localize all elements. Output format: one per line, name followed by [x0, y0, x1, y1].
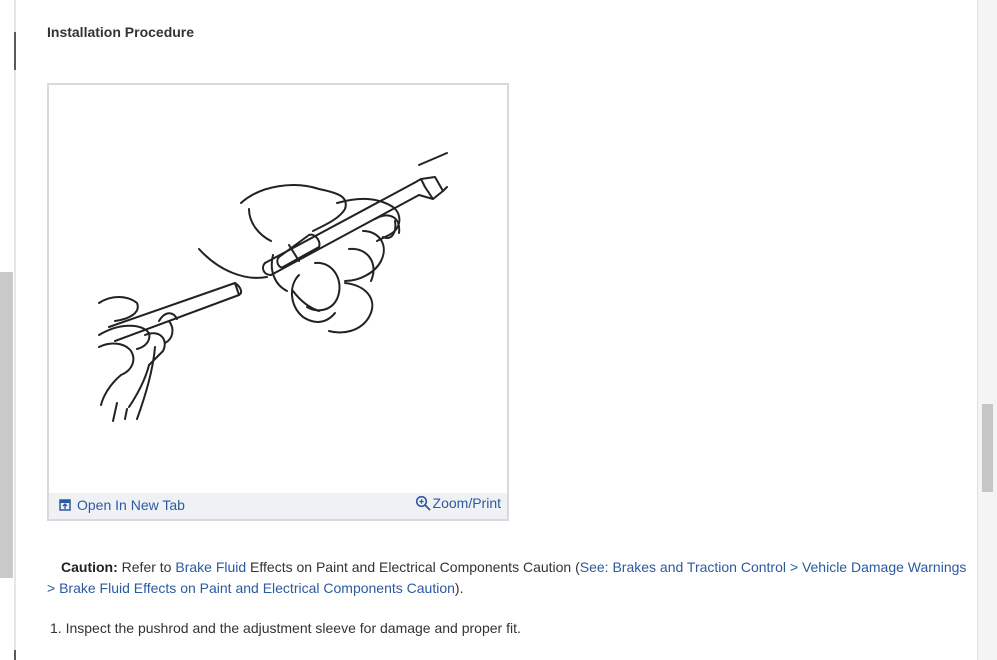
section-title: Installation Procedure	[47, 24, 195, 40]
caution-text-before: Refer to	[121, 559, 176, 575]
figure-toolbar: Open In New Tab Zoom/Print	[49, 493, 507, 519]
document-content: Installation Procedure Open In New Tab Z…	[16, 0, 978, 660]
caution-text-end: ).	[454, 580, 464, 596]
pushrod-illustration	[98, 152, 448, 422]
zoom-in-icon	[415, 495, 430, 511]
caution-text-middle: Effects on Paint and Electrical Componen…	[246, 559, 580, 575]
step-number: 1.	[50, 620, 62, 636]
caution-label: Caution:	[61, 559, 118, 575]
left-window-edge	[0, 0, 16, 660]
left-scroll-region	[0, 272, 13, 578]
open-in-new-tab-link[interactable]: Open In New Tab	[59, 497, 185, 513]
scrollbar-thumb[interactable]	[982, 404, 993, 492]
vertical-scrollbar[interactable]	[977, 0, 997, 660]
zoom-print-label: Zoom/Print	[432, 495, 501, 511]
open-new-tab-icon	[59, 499, 71, 511]
figure-panel: Open In New Tab Zoom/Print	[47, 83, 509, 521]
open-in-new-tab-label: Open In New Tab	[77, 497, 185, 513]
procedure-step: 1. Inspect the pushrod and the adjustmen…	[50, 620, 521, 636]
caution-paragraph: Caution: Refer to Brake Fluid Effects on…	[47, 557, 972, 599]
zoom-print-link[interactable]: Zoom/Print	[415, 495, 501, 511]
step-text: Inspect the pushrod and the adjustment s…	[65, 620, 521, 636]
brake-fluid-link[interactable]: Brake Fluid	[175, 559, 246, 575]
